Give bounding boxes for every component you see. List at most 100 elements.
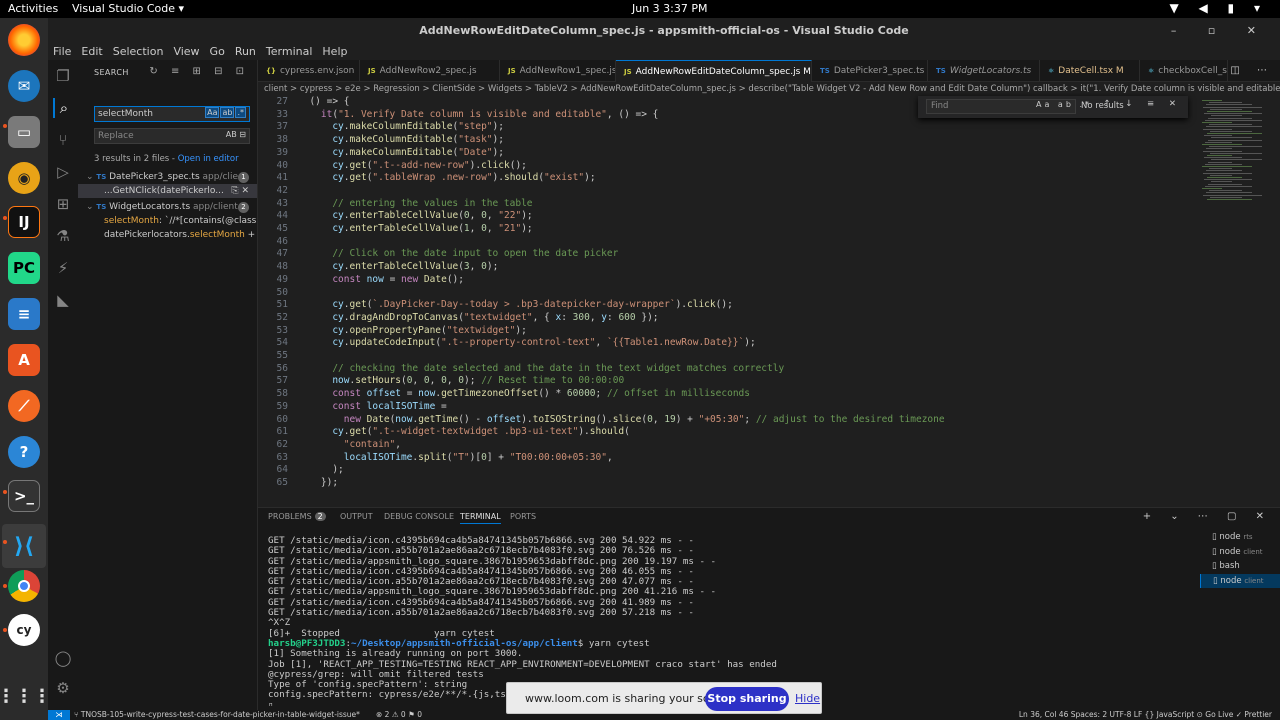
tab-debug-console[interactable]: DEBUG CONSOLE bbox=[384, 512, 454, 521]
tab-datepicker3[interactable]: TS DatePicker3_spec.ts bbox=[812, 60, 928, 82]
code-editor[interactable]: 27 () => {33 it("1. Verify Date column i… bbox=[258, 96, 1198, 507]
minimap-line bbox=[1211, 181, 1232, 183]
search-actions[interactable]: ↻ ≡ ⊞ ⊟ ⊡ bbox=[149, 66, 249, 77]
docker-icon[interactable]: ◣ bbox=[53, 290, 73, 310]
result-match[interactable]: selectMonth: `//*[contains(@class,'... bbox=[78, 214, 257, 228]
source-control-icon[interactable]: ⑂ bbox=[53, 130, 73, 150]
run-debug-icon[interactable]: ▷ bbox=[53, 162, 73, 182]
minimap-line bbox=[1205, 119, 1262, 121]
hide-link[interactable]: Hide bbox=[795, 692, 820, 705]
line-number: 54 bbox=[276, 337, 288, 349]
terminal-output[interactable]: GET /static/media/icon.c4395b694ca4b5a84… bbox=[268, 536, 1198, 706]
terminal-tab[interactable]: ▯ node client bbox=[1200, 545, 1280, 560]
app-menu[interactable]: Visual Studio Code ▾ bbox=[72, 2, 184, 15]
window-title: AddNewRowEditDateColumn_spec.js - appsmi… bbox=[419, 24, 909, 37]
remote-indicator[interactable]: ⋊ bbox=[48, 710, 70, 720]
extensions-icon[interactable]: ⊞ bbox=[53, 194, 73, 214]
line-text: cy.get(`.DayPicker-Day--today > .bp3-dat… bbox=[332, 299, 733, 311]
minimap-line bbox=[1209, 146, 1262, 148]
search-input[interactable]: selectMonth Aa ab .* bbox=[94, 106, 250, 122]
menu-view[interactable]: View bbox=[168, 44, 204, 60]
line-text: new Date(now.getTime() - offset).toISOSt… bbox=[343, 413, 945, 425]
tab-output[interactable]: OUTPUT bbox=[340, 512, 373, 521]
line-text: // checking the date selected and the da… bbox=[332, 362, 785, 374]
rhythmbox-icon[interactable]: ◉ bbox=[8, 162, 40, 194]
replace-input[interactable]: Replace AB ⊟ bbox=[94, 128, 250, 144]
menu-run[interactable]: Run bbox=[230, 44, 261, 60]
menu-terminal[interactable]: Terminal bbox=[261, 44, 318, 60]
line-number: 44 bbox=[276, 210, 288, 222]
minimap[interactable] bbox=[1198, 96, 1280, 507]
menu-go[interactable]: Go bbox=[205, 44, 230, 60]
thunderbird-icon[interactable]: ✉ bbox=[8, 70, 40, 102]
problems-indicator[interactable]: ⊗ 2 ⚠ 0 ⚑ 0 bbox=[376, 710, 422, 720]
stop-sharing-button[interactable]: Stop sharing bbox=[705, 687, 789, 711]
postman-icon[interactable]: ⟋ bbox=[8, 390, 40, 422]
status-right-items[interactable]: Ln 36, Col 46 Spaces: 2 UTF-8 LF {} Java… bbox=[1019, 710, 1272, 720]
panel-actions[interactable]: + ⌄ ⋯ ▢ ✕ bbox=[1143, 511, 1272, 522]
line-text: cy.makeColumnEditable("step"); bbox=[332, 121, 504, 133]
show-apps-icon[interactable]: ⋮⋮⋮ bbox=[0, 680, 51, 712]
activities-button[interactable]: Activities bbox=[8, 2, 58, 15]
search-icon[interactable]: ⌕ bbox=[53, 98, 73, 118]
chrome-icon[interactable] bbox=[8, 570, 40, 602]
tab-checkboxcell[interactable]: ⚛ checkboxCell_s bbox=[1140, 60, 1228, 82]
find-navigation[interactable]: ↑ ↓ ≡ ✕ bbox=[1103, 99, 1182, 109]
manage-gear-icon[interactable]: ⚙ bbox=[53, 678, 73, 698]
accounts-icon[interactable]: ◯ bbox=[53, 648, 73, 668]
app-center-icon[interactable]: A bbox=[8, 344, 40, 376]
pycharm-icon[interactable]: PC bbox=[8, 252, 40, 284]
tab-addnewrow1[interactable]: JS AddNewRow1_spec.js bbox=[500, 60, 616, 82]
match-actions[interactable]: ⎘ ✕ bbox=[231, 184, 249, 198]
tab-cypress-env[interactable]: {} cypress.env.json bbox=[258, 60, 360, 82]
tab-ports[interactable]: PORTS bbox=[510, 512, 536, 521]
terminal-tab[interactable]: ▯ node client bbox=[1200, 573, 1280, 589]
result-match[interactable]: ...GetNClick(datePickerlo... ⎘ ✕ bbox=[78, 184, 257, 198]
terminal-tab[interactable]: ▯ bash bbox=[1200, 559, 1280, 574]
line-number: 63 bbox=[276, 451, 288, 463]
minimap-line bbox=[1202, 122, 1232, 123]
line-number: 57 bbox=[276, 375, 288, 387]
line-text: // entering the values in the table bbox=[332, 197, 533, 209]
editor-actions[interactable]: ◫ ⋯ bbox=[1230, 65, 1274, 76]
remote-explorer-icon[interactable]: ⚡ bbox=[53, 258, 73, 278]
tab-problems[interactable]: PROBLEMS 2 bbox=[268, 512, 326, 521]
tab-addnewrow2[interactable]: JS AddNewRow2_spec.js bbox=[360, 60, 500, 82]
breadcrumb[interactable]: client > cypress > e2e > Regression > Cl… bbox=[258, 82, 1280, 96]
menu-help[interactable]: Help bbox=[317, 44, 352, 60]
terminal-tab[interactable]: ▯ node rts bbox=[1200, 530, 1280, 545]
minimap-line bbox=[1210, 174, 1232, 176]
line-number: 43 bbox=[276, 197, 288, 209]
preserve-case-option[interactable]: AB ⊟ bbox=[226, 130, 246, 139]
testing-icon[interactable]: ⚗ bbox=[53, 226, 73, 246]
window-controls[interactable]: – ▫ ✕ bbox=[1171, 18, 1270, 44]
minimap-line bbox=[1208, 183, 1242, 185]
result-file[interactable]: ⌄ TS WidgetLocators.ts app/client... 2 bbox=[78, 200, 257, 214]
tab-datecell[interactable]: ⚛ DateCell.tsx M bbox=[1040, 60, 1140, 82]
git-branch[interactable]: ⑂ TNOSB-105-write-cypress-test-cases-for… bbox=[74, 710, 360, 720]
minimap-line bbox=[1206, 170, 1242, 172]
clock[interactable]: Jun 3 3:37 PM bbox=[632, 2, 708, 15]
menu-file[interactable]: File bbox=[48, 44, 76, 60]
menu-edit[interactable]: Edit bbox=[76, 44, 107, 60]
cypress-icon[interactable]: cy bbox=[8, 614, 40, 646]
firefox-icon[interactable] bbox=[8, 24, 40, 56]
writer-icon[interactable]: ≡ bbox=[8, 298, 40, 330]
help-icon[interactable]: ? bbox=[8, 436, 40, 468]
terminal-line: GET /static/media/icon.a55b701a2ae86aa2c… bbox=[268, 607, 694, 619]
tab-widgetlocators[interactable]: TS WidgetLocators.ts bbox=[928, 60, 1040, 82]
open-in-editor-link[interactable]: Open in editor bbox=[178, 154, 239, 164]
menu-selection[interactable]: Selection bbox=[108, 44, 169, 60]
intellij-icon[interactable]: IJ bbox=[8, 206, 40, 238]
tab-terminal[interactable]: TERMINAL bbox=[460, 512, 501, 524]
result-match[interactable]: datePickerlocators.selectMonth + `[... bbox=[78, 228, 257, 242]
vscode-icon[interactable]: ⟩⟨ bbox=[2, 524, 46, 568]
result-file[interactable]: ⌄ TS DatePicker3_spec.ts app/clie... 1 bbox=[78, 170, 257, 184]
search-options[interactable]: Aa ab .* bbox=[204, 107, 246, 118]
tab-addnewroweditdatecolumn[interactable]: JSAddNewRowEditDateColumn_spec.js M ✕ bbox=[616, 60, 812, 82]
terminal-icon[interactable]: >_ bbox=[8, 480, 40, 512]
files-icon[interactable]: ▭ bbox=[8, 116, 40, 148]
explorer-icon[interactable]: ❐ bbox=[53, 66, 73, 86]
system-tray[interactable]: ▼ ◀ ▮ ▾ bbox=[1169, 1, 1268, 15]
line-number: 45 bbox=[276, 223, 288, 234]
